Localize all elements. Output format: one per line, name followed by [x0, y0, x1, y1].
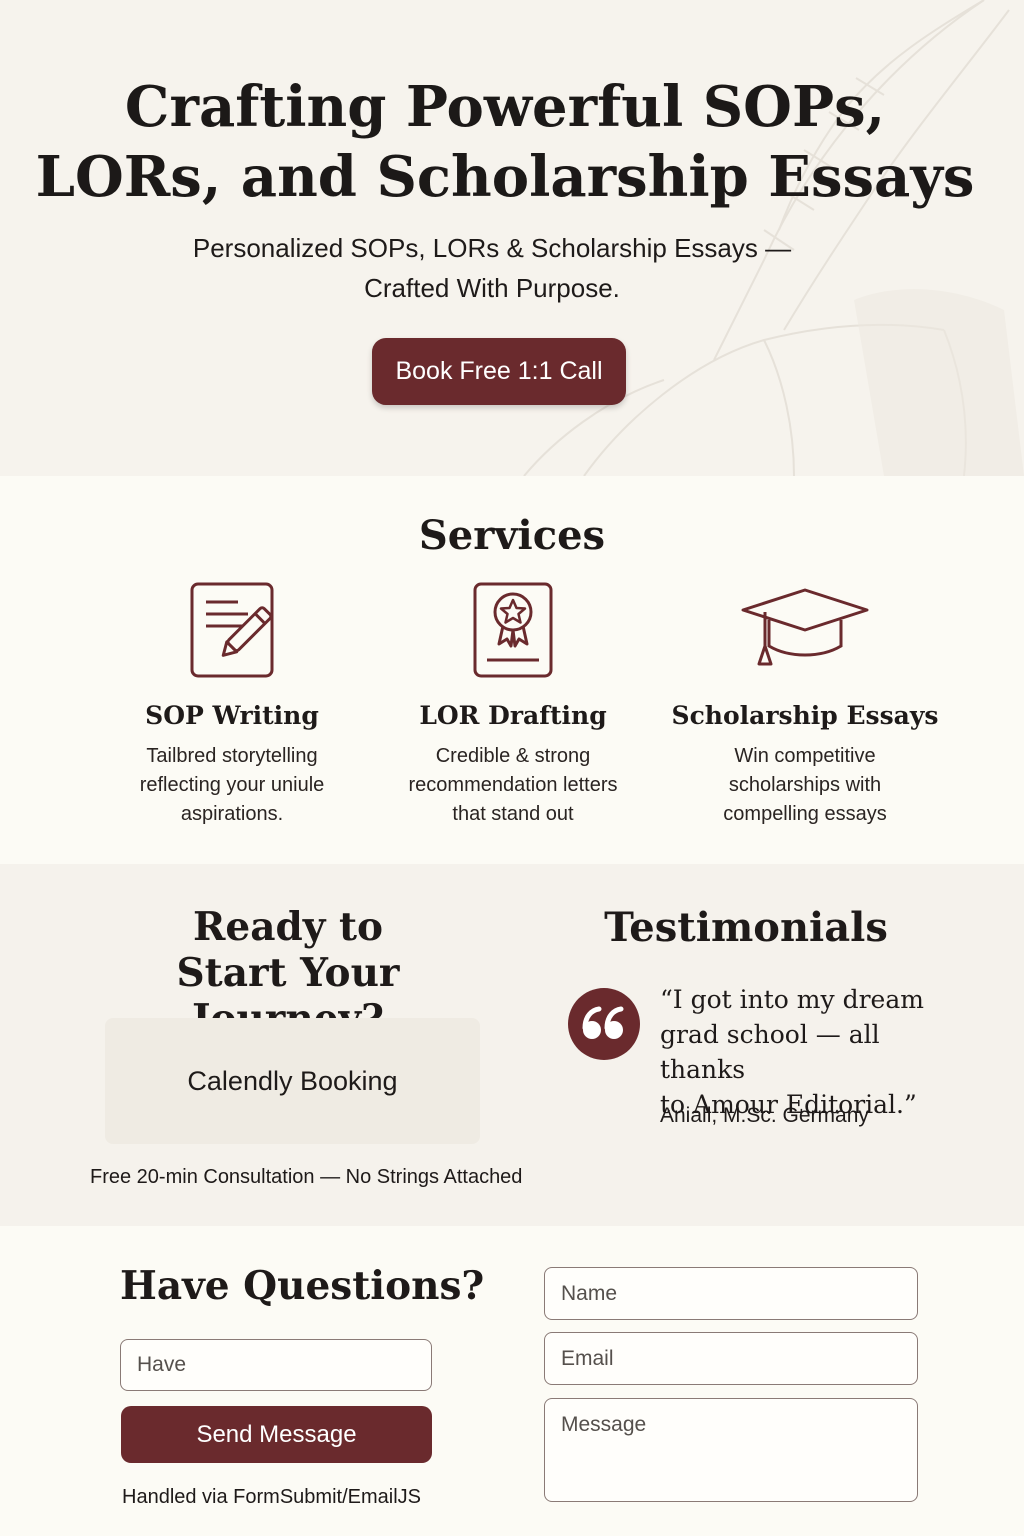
service-desc-line: Credible & strong	[435, 745, 591, 767]
calendly-label: Calendly Booking	[187, 1065, 398, 1096]
journey-testimonials-section: Ready to Start Your Journey? Calendly Bo…	[0, 864, 1024, 1226]
hero-title: Crafting Powerful SOPs, LORs, and Schola…	[0, 72, 1010, 212]
services-section: Services SOP Writing Tailbred storytelli…	[0, 476, 1024, 864]
name-field[interactable]	[544, 1267, 918, 1320]
service-desc-line: recommendation letters	[408, 774, 618, 796]
service-desc-line: Win competitive	[734, 745, 876, 767]
journey-title-line1: Ready to	[192, 904, 384, 950]
calendly-booking-widget[interactable]: Calendly Booking	[105, 1018, 480, 1144]
quote-line: “I got into my dream	[660, 985, 924, 1014]
message-field[interactable]	[544, 1398, 918, 1502]
service-desc-scholarship: Win competitive scholarships with compel…	[665, 742, 945, 829]
contact-title: Have Questions?	[120, 1263, 485, 1309]
contact-section: Have Questions? Send Message Handled via…	[0, 1226, 1024, 1536]
service-card-sop: SOP Writing Tailbred storytelling reflec…	[92, 580, 372, 829]
services-title: Services	[418, 512, 606, 559]
service-card-lor: LOR Drafting Credible & strong recommend…	[373, 580, 653, 829]
certificate-award-icon	[473, 582, 553, 678]
hero-subtitle: Personalized SOPs, LORs & Scholarship Es…	[0, 228, 984, 308]
testimonial-author: Aniall, M.Sc. Germany	[660, 1104, 869, 1127]
consultation-note: Free 20-min Consultation — No Strings At…	[90, 1166, 523, 1188]
service-title-scholarship: Scholarship Essays	[671, 701, 939, 730]
hero-subtitle-line1: Personalized SOPs, LORs & Scholarship Es…	[192, 233, 792, 263]
service-desc-line: scholarships with	[728, 774, 882, 796]
email-field[interactable]	[544, 1332, 918, 1385]
service-desc-line: aspirations.	[180, 803, 284, 825]
handled-note: Handled via FormSubmit/EmailJS	[122, 1486, 421, 1508]
quote-line: grad school — all thanks	[660, 1020, 880, 1084]
service-card-scholarship: Scholarship Essays Win competitive schol…	[665, 580, 945, 829]
service-desc-lor: Credible & strong recommendation letters…	[373, 742, 653, 829]
hero-title-line1: Crafting Powerful SOPs,	[124, 74, 886, 140]
service-desc-sop: Tailbred storytelling reflecting your un…	[92, 742, 372, 829]
service-title-lor: LOR Drafting	[419, 701, 607, 730]
service-desc-line: Tailbred storytelling	[146, 745, 318, 767]
document-pencil-icon	[190, 582, 274, 678]
hero-section: Crafting Powerful SOPs, LORs, and Schola…	[0, 0, 1024, 476]
send-message-button[interactable]: Send Message	[121, 1406, 432, 1463]
hero-title-line2: LORs, and Scholarship Essays	[35, 144, 975, 210]
hero-subtitle-line2: Crafted With Purpose.	[364, 273, 620, 303]
book-call-button[interactable]: Book Free 1:1 Call	[372, 338, 626, 405]
service-desc-line: reflecting your uniule	[139, 774, 325, 796]
testimonial-quote: “I got into my dream grad school — all t…	[660, 982, 960, 1122]
service-title-sop: SOP Writing	[145, 701, 319, 730]
have-input[interactable]	[120, 1339, 432, 1391]
service-desc-line: that stand out	[452, 803, 574, 825]
graduation-cap-icon	[741, 588, 869, 666]
testimonials-title: Testimonials	[604, 904, 888, 951]
service-desc-line: compelling essays	[723, 803, 887, 825]
quote-icon	[568, 988, 640, 1060]
